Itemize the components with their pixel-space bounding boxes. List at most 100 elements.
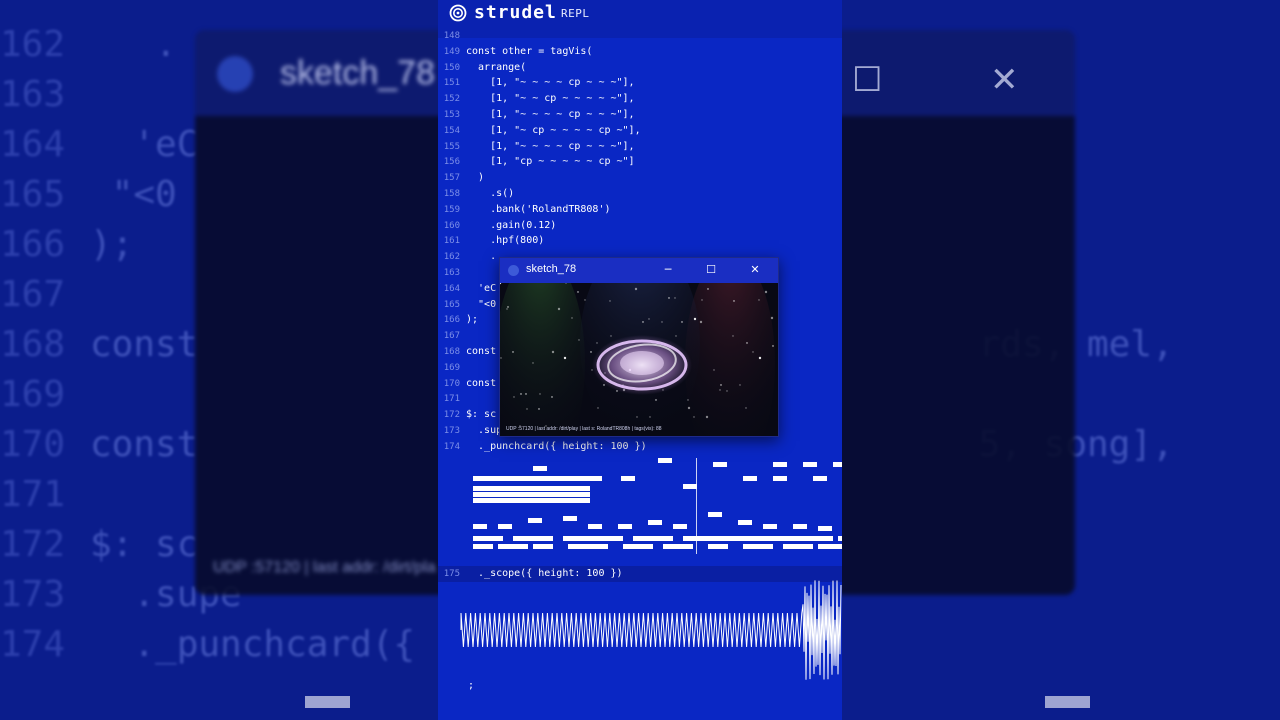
background-line-number: 164 [0, 124, 66, 165]
punchcard-note [618, 524, 632, 529]
code-line[interactable]: 152 [1, "~ ~ cp ~ ~ ~ ~ ~"], [438, 91, 635, 107]
background-line-number: 165 [0, 174, 66, 215]
star [577, 291, 579, 293]
punchcard-note [708, 512, 722, 517]
punchcard-note [568, 544, 608, 549]
code-line[interactable]: 153 [1, "~ ~ ~ ~ cp ~ ~ ~"], [438, 107, 635, 123]
code-line[interactable]: 161 .hpf(800) [438, 233, 545, 249]
code-line[interactable]: 166); [438, 312, 478, 328]
punchcard-note [473, 492, 590, 497]
line-number: 156 [443, 157, 460, 168]
background-window-title: sketch_78 [280, 54, 435, 92]
sketch-window-titlebar[interactable]: sketch_78 ─ ☐ ✕ [500, 258, 778, 283]
line-text: .hpf(800) [466, 235, 545, 247]
star [733, 300, 735, 302]
code-last-line[interactable]: ; [468, 678, 474, 694]
line-text: $: sc [466, 409, 497, 421]
punchcard-note [713, 462, 727, 467]
code-line[interactable]: 174 ._punchcard({ height: 100 }) [438, 439, 647, 455]
star [693, 317, 697, 321]
star [668, 297, 670, 299]
punchcard-note [813, 476, 827, 481]
code-line[interactable]: 162 . [438, 249, 496, 265]
punchcard-note [818, 544, 842, 549]
code-line[interactable]: 150 arrange( [438, 60, 526, 76]
minimize-icon[interactable]: ─ [656, 261, 680, 279]
star [758, 356, 762, 360]
star [597, 407, 599, 409]
code-line[interactable]: 169 [438, 360, 466, 376]
sketch-app-icon [508, 265, 519, 276]
code-line[interactable]: 154 [1, "~ cp ~ ~ ~ ~ cp ~"], [438, 123, 641, 139]
punchcard-note [623, 544, 653, 549]
punchcard-note [528, 518, 542, 523]
orb-core [620, 351, 664, 375]
scope-line [460, 580, 842, 680]
code-line[interactable]: 148 [438, 28, 466, 44]
code-line[interactable]: 172 $: sc [438, 407, 496, 423]
sketch-canvas[interactable]: UDP :57120 | last addr: /dirt/play | las… [500, 283, 778, 436]
strudel-logo-icon [449, 4, 467, 22]
line-text: [1, "~ ~ ~ ~ cp ~ ~ ~"], [466, 109, 635, 120]
star [770, 316, 774, 320]
line-number: 171 [443, 394, 460, 405]
line-number: 160 [443, 220, 460, 231]
sketch-window[interactable]: sketch_78 ─ ☐ ✕ UDP :57120 | last addr: … [499, 257, 779, 437]
line-number: 155 [443, 141, 460, 152]
line-number: 157 [443, 173, 460, 184]
background-code-line: 167 [0, 270, 90, 320]
punchcard-note [683, 484, 697, 489]
sketch-window-title: sketch_78 [526, 263, 577, 275]
code-line[interactable]: 171 [438, 391, 466, 407]
background-maximize-icon: ☐ [852, 61, 883, 99]
background-code-line: 172 $: sc [0, 520, 198, 570]
line-number: 148 [443, 31, 460, 41]
star [557, 307, 561, 311]
code-line[interactable]: 151 [1, "~ ~ ~ ~ cp ~ ~ ~"], [438, 75, 635, 91]
star [719, 389, 721, 391]
line-text: [1, "~ ~ ~ ~ cp ~ ~ ~"], [466, 140, 635, 152]
punchcard-note [658, 458, 672, 463]
line-number: 172 [443, 410, 460, 421]
close-icon[interactable]: ✕ [743, 261, 767, 279]
scope-waveform [460, 580, 842, 680]
star [578, 339, 580, 341]
star [642, 321, 644, 323]
punchcard-note [773, 536, 833, 541]
star [590, 351, 592, 353]
punchcard-note [773, 476, 787, 481]
punchcard-note [818, 526, 832, 531]
maximize-icon[interactable]: ☐ [699, 261, 723, 279]
app-subtitle: REPL [561, 7, 590, 20]
line-number: 149 [443, 46, 460, 57]
code-line[interactable]: 173 .supe [438, 423, 508, 439]
background-line-number: 169 [0, 374, 66, 415]
code-line[interactable]: 164 'eC [438, 281, 496, 297]
line-number: 166 [443, 315, 460, 326]
background-status: UDP :57120 | last addr: /dirt/pla [213, 559, 436, 576]
code-line[interactable]: 149 const other = tagVis( [438, 44, 593, 60]
punchcard-note [473, 498, 590, 503]
line-number: 163 [443, 268, 460, 278]
star [596, 342, 598, 344]
star [739, 384, 741, 386]
punchcard-note [473, 524, 487, 529]
code-line[interactable]: 160 .gain(0.12) [438, 218, 557, 234]
code-line[interactable]: 167 [438, 328, 466, 344]
code-line[interactable]: 158 .s() [438, 186, 514, 202]
app-name[interactable]: strudel [474, 2, 557, 23]
background-window-icon [217, 56, 253, 92]
code-line[interactable]: 157 ) [438, 170, 484, 186]
code-line[interactable]: 165 "<0 [438, 297, 496, 313]
background-line-number: 174 [0, 624, 66, 665]
star [500, 283, 502, 285]
code-line[interactable]: 159 .bank('RolandTR808') [438, 202, 611, 218]
code-line[interactable]: 155 [1, "~ ~ ~ ~ cp ~ ~ ~"], [438, 139, 635, 155]
code-line[interactable]: 156 [1, "cp ~ ~ ~ ~ ~ cp ~"] [438, 154, 635, 170]
star [526, 408, 528, 410]
line-text: arrange( [466, 61, 527, 73]
line-number: 153 [443, 110, 460, 120]
background-line-number: 171 [0, 474, 66, 515]
code-line[interactable]: 163 [438, 265, 466, 281]
star [687, 399, 689, 401]
